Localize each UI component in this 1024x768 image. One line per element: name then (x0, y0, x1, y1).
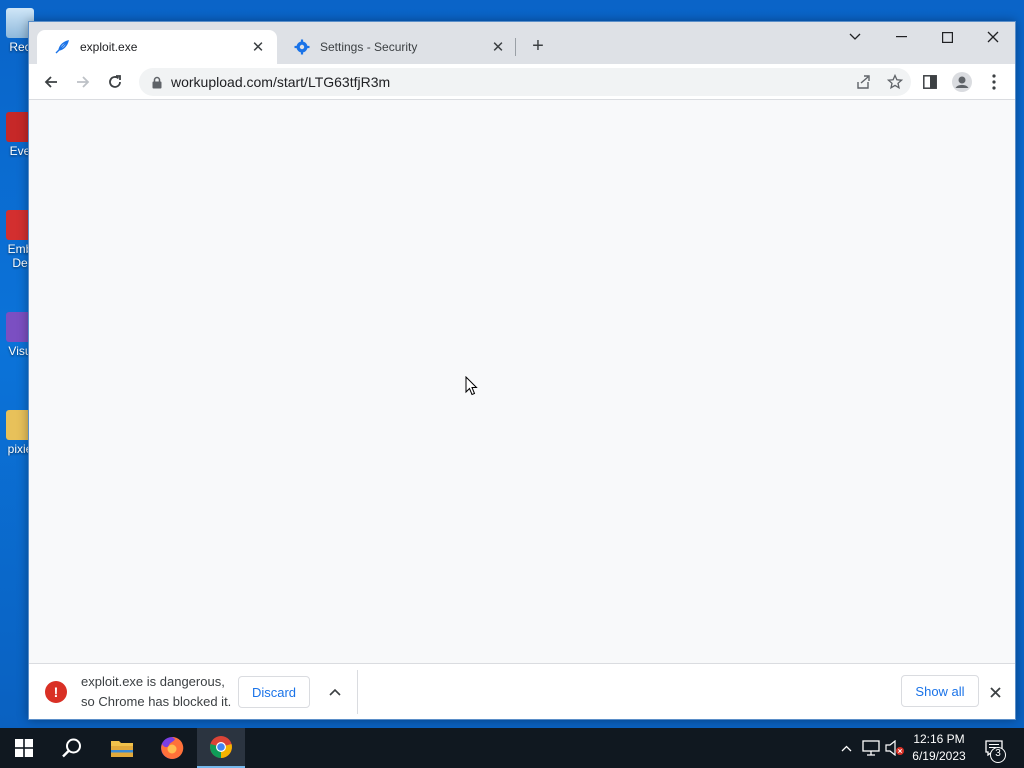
close-icon[interactable]: ✕ (249, 38, 267, 56)
chevron-down-icon (849, 33, 861, 40)
volume-button[interactable] (884, 728, 906, 768)
close-icon (989, 686, 1001, 698)
feather-icon (53, 38, 71, 56)
minimize-button[interactable] (878, 22, 924, 52)
forward-arrow-icon (77, 76, 90, 88)
system-clock[interactable]: 12:16 PM 6/19/2023 (904, 731, 974, 765)
url-text[interactable]: workupload.com/start/LTG63tfjR3m (171, 74, 847, 90)
minimize-icon (895, 36, 907, 38)
show-all-button[interactable]: Show all (901, 675, 979, 707)
tab-strip: exploit.exe ✕ Settings - Security ✕ + (29, 22, 1015, 64)
more-vertical-icon (992, 74, 996, 90)
back-button[interactable] (37, 68, 65, 96)
notification-count-badge: 3 (990, 747, 1006, 763)
avatar-icon (952, 72, 972, 92)
side-panel-icon (923, 75, 937, 89)
close-icon[interactable]: ✕ (489, 38, 507, 56)
profile-button[interactable] (948, 68, 976, 96)
bookmark-button[interactable] (879, 68, 911, 96)
clock-date: 6/19/2023 (912, 749, 966, 763)
chevron-up-icon (841, 745, 851, 751)
chevron-up-icon (329, 688, 341, 696)
mouse-cursor-icon (465, 375, 478, 401)
taskbar-firefox[interactable] (148, 728, 196, 768)
page-content (29, 101, 1015, 664)
browser-window: exploit.exe ✕ Settings - Security ✕ + wo… (28, 21, 1016, 720)
back-arrow-icon (44, 76, 57, 88)
tab-separator (515, 38, 516, 56)
firefox-icon (161, 736, 184, 759)
address-bar[interactable]: workupload.com/start/LTG63tfjR3m (139, 68, 911, 96)
share-button[interactable] (847, 68, 879, 96)
search-button[interactable] (48, 728, 96, 768)
chrome-icon (210, 736, 232, 758)
forward-button[interactable] (69, 68, 97, 96)
clock-time: 12:16 PM (913, 732, 965, 746)
start-button[interactable] (0, 728, 48, 768)
side-panel-button[interactable] (916, 68, 944, 96)
tab-title: exploit.exe (80, 40, 138, 54)
tab-exploit[interactable]: exploit.exe ✕ (37, 30, 277, 64)
lock-icon[interactable] (143, 76, 171, 89)
windows-logo-icon (15, 739, 33, 757)
maximize-icon (941, 31, 953, 43)
volume-muted-icon (885, 740, 904, 756)
search-icon (62, 738, 81, 758)
close-icon (987, 31, 999, 43)
tab-title: Settings - Security (320, 40, 418, 54)
reload-icon (109, 75, 121, 88)
show-hidden-icons-button[interactable] (836, 728, 856, 768)
folder-icon (111, 741, 133, 757)
maximize-button[interactable] (924, 22, 970, 52)
window-close-button[interactable] (970, 22, 1016, 52)
shelf-divider (357, 670, 358, 714)
gear-icon (293, 38, 311, 56)
menu-button[interactable] (980, 68, 1008, 96)
download-options-button[interactable] (325, 682, 345, 702)
taskbar-chrome[interactable] (197, 728, 245, 768)
network-button[interactable] (860, 728, 882, 768)
danger-icon: ! (45, 681, 67, 703)
network-icon (862, 740, 880, 756)
taskbar-file-explorer[interactable] (98, 728, 146, 768)
reload-button[interactable] (101, 68, 129, 96)
share-icon (857, 75, 870, 89)
star-icon (887, 74, 903, 90)
tab-settings-security[interactable]: Settings - Security ✕ (277, 30, 517, 64)
taskbar: 12:16 PM 6/19/2023 (0, 728, 1024, 768)
download-warning-text: exploit.exe is dangerous, so Chrome has … (81, 672, 231, 712)
notification-count: 3 (995, 748, 1001, 759)
discard-button[interactable]: Discard (238, 676, 310, 708)
warning-line-1: exploit.exe is dangerous, (81, 674, 225, 689)
warning-line-2: so Chrome has blocked it. (81, 694, 232, 709)
download-shelf: ! exploit.exe is dangerous, so Chrome ha… (29, 663, 1015, 719)
close-shelf-button[interactable] (985, 682, 1005, 702)
tab-search-button[interactable] (832, 22, 878, 52)
new-tab-button[interactable]: + (527, 35, 549, 57)
browser-toolbar: workupload.com/start/LTG63tfjR3m (29, 64, 1015, 100)
